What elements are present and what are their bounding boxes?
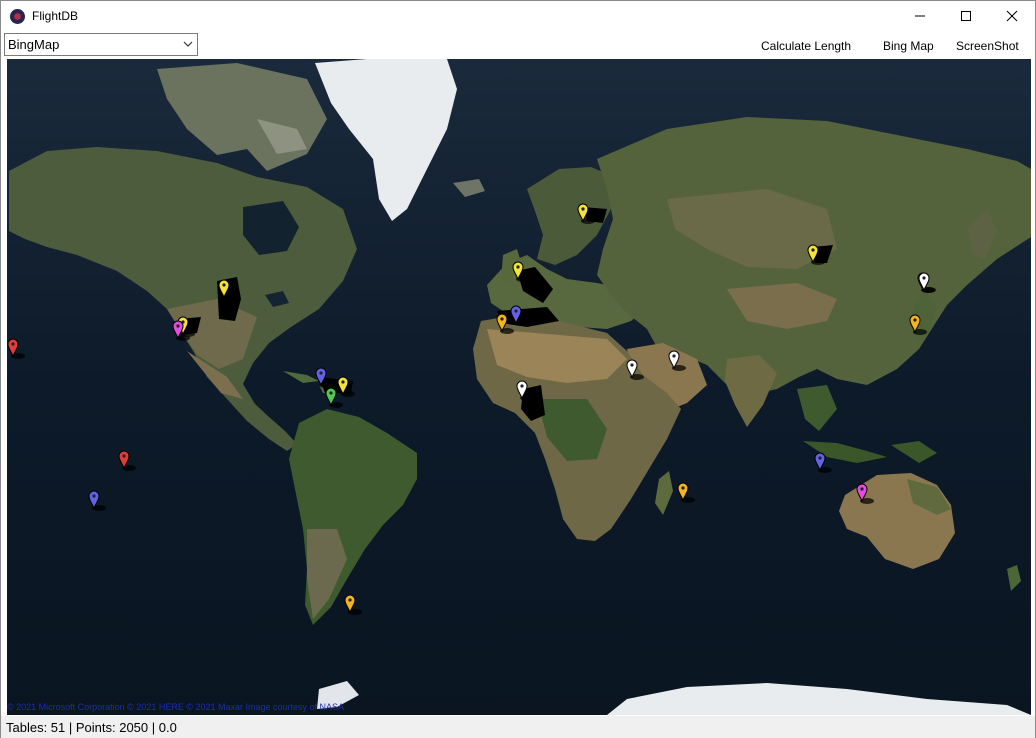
map-pin-marker[interactable] xyxy=(118,450,136,471)
title-bar[interactable]: FlightDB xyxy=(1,1,1035,31)
map-pin-marker[interactable] xyxy=(577,203,595,224)
map-pin-marker[interactable] xyxy=(496,313,514,334)
map-pin-marker[interactable] xyxy=(344,594,362,615)
map-pin-marker[interactable] xyxy=(510,305,528,326)
map-pin-marker[interactable] xyxy=(337,376,355,397)
map-pin-marker[interactable] xyxy=(677,482,695,503)
bing-map-button[interactable]: Bing Map xyxy=(883,39,934,53)
flight-pins-layer xyxy=(7,203,936,615)
map-pin-marker[interactable] xyxy=(856,483,874,504)
app-logo-icon xyxy=(10,9,25,24)
map-provider-value: BingMap xyxy=(8,37,60,52)
toolbar: BingMap Calculate Length Bing Map Screen… xyxy=(1,32,1035,58)
map-pin-marker[interactable] xyxy=(668,350,686,371)
screenshot-button[interactable]: ScreenShot xyxy=(956,39,1019,53)
maximize-icon xyxy=(961,11,971,21)
status-bar: Tables: 51 | Points: 2050 | 0.0 xyxy=(1,716,1035,738)
map-pin-marker[interactable] xyxy=(626,359,644,380)
map-pin-marker[interactable] xyxy=(7,338,25,359)
close-icon xyxy=(1006,10,1018,22)
calculate-length-button[interactable]: Calculate Length xyxy=(761,39,851,53)
map-pin-marker[interactable] xyxy=(88,490,106,511)
app-window: FlightDB BingMap Calculate Length Bing M… xyxy=(0,0,1036,738)
map-provider-select[interactable]: BingMap xyxy=(4,33,198,56)
minimize-button[interactable] xyxy=(897,1,943,31)
map-pin-marker[interactable] xyxy=(512,261,530,282)
map-pin-marker[interactable] xyxy=(325,387,343,408)
chevron-down-icon xyxy=(183,41,193,47)
map-attribution: © 2021 Microsoft Corporation © 2021 HERE… xyxy=(7,702,345,712)
minimize-icon xyxy=(915,15,925,17)
status-text: Tables: 51 | Points: 2050 | 0.0 xyxy=(6,720,177,735)
close-button[interactable] xyxy=(989,1,1035,31)
window-title: FlightDB xyxy=(32,9,79,23)
map-pin-marker[interactable] xyxy=(218,279,236,300)
map-pin-marker[interactable] xyxy=(909,314,927,335)
map-pin-marker[interactable] xyxy=(814,452,832,473)
map-pin-marker[interactable] xyxy=(516,380,534,401)
world-map[interactable] xyxy=(7,59,1031,715)
maximize-button[interactable] xyxy=(943,1,989,31)
map-pin-marker[interactable] xyxy=(315,367,333,388)
map-pin-marker[interactable] xyxy=(807,244,825,265)
